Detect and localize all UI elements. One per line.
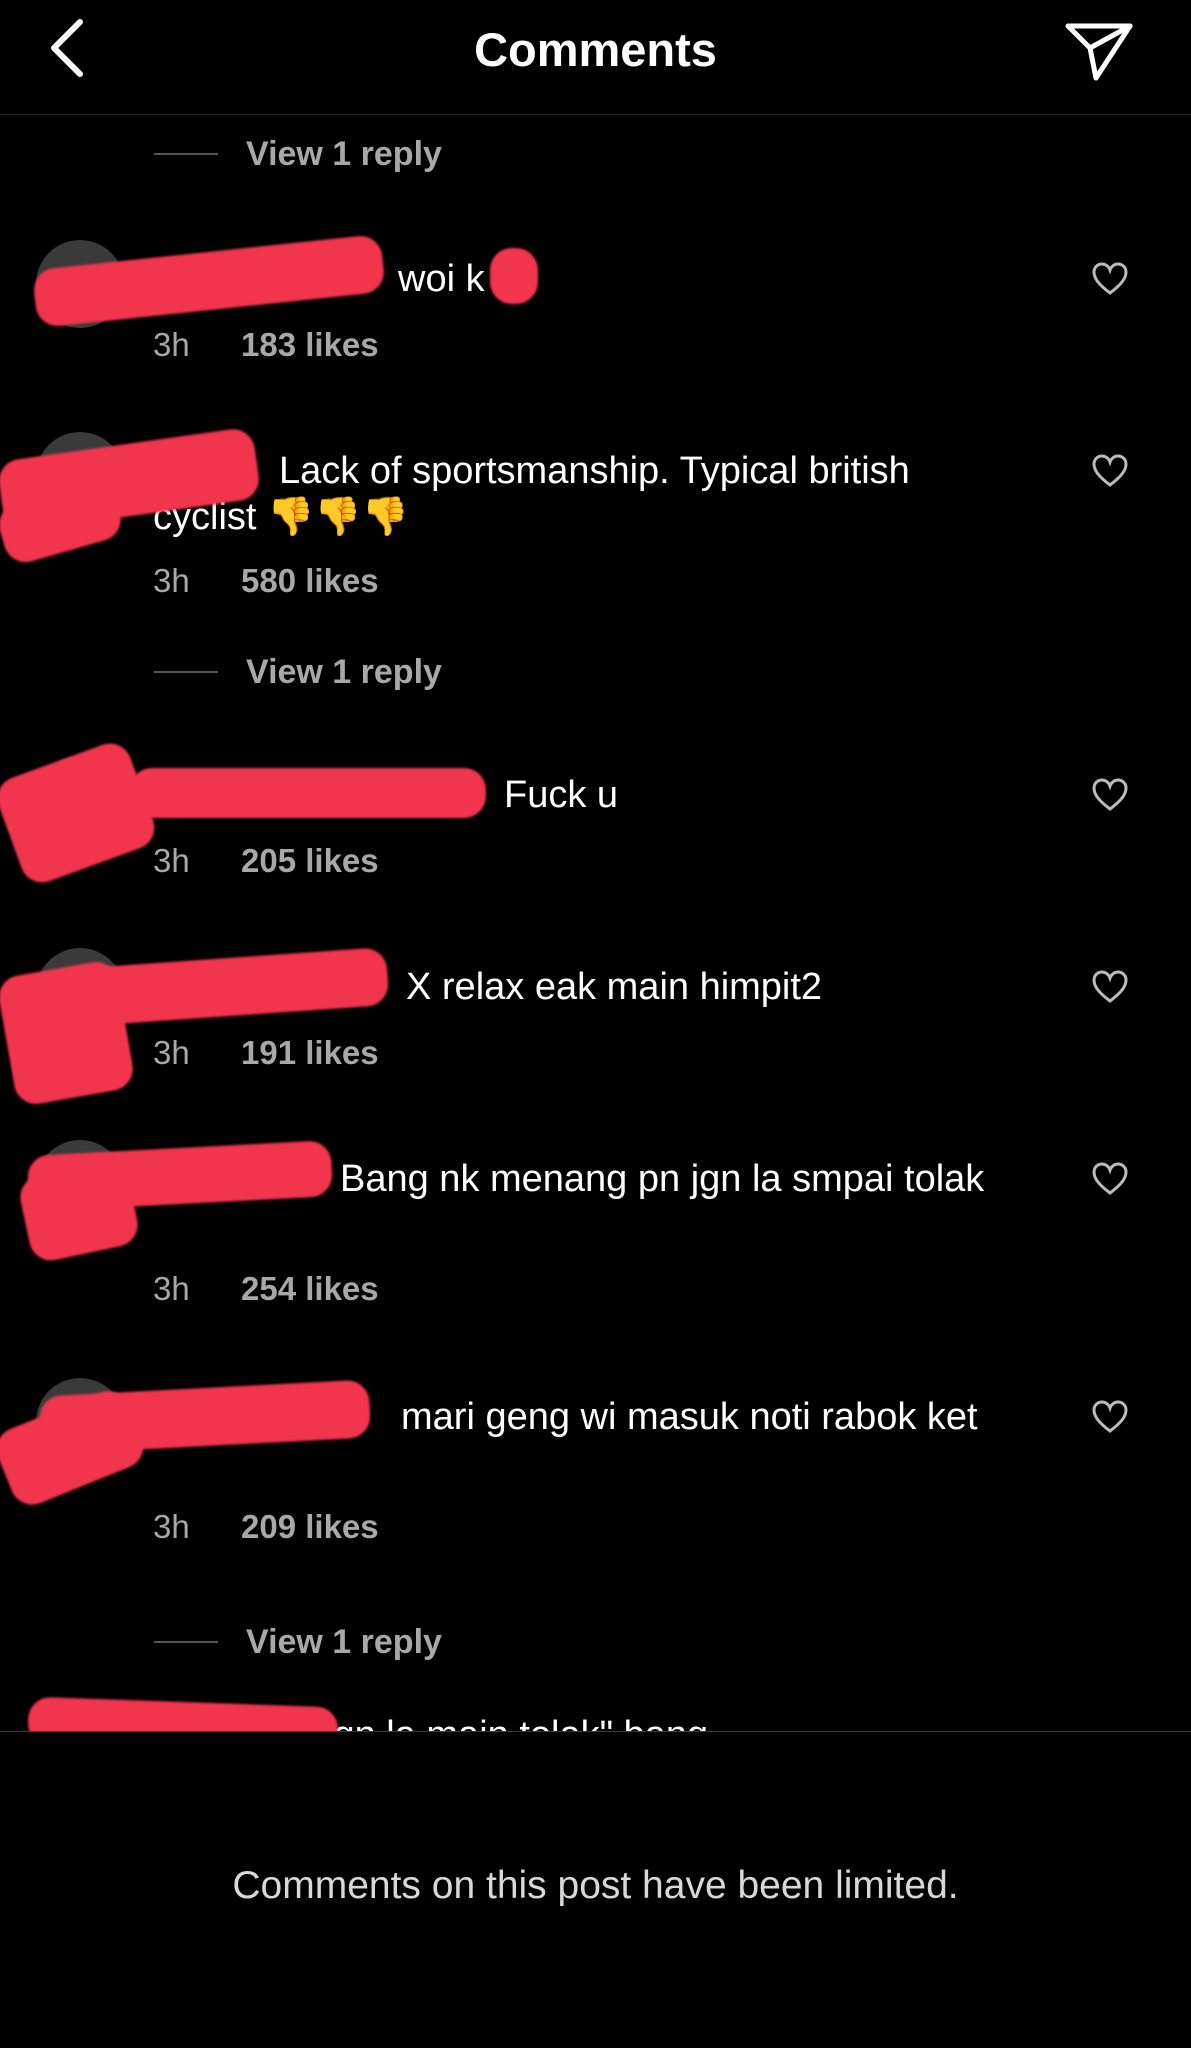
comment-meta: 3h 254 likes xyxy=(153,1270,379,1308)
redaction-mark xyxy=(27,1696,339,1731)
comment-likes[interactable]: 191 likes xyxy=(241,1034,379,1072)
comment-time: 3h xyxy=(153,1034,190,1071)
comment-time: 3h xyxy=(153,562,190,599)
paper-plane-icon[interactable] xyxy=(1064,18,1134,82)
heart-icon[interactable] xyxy=(1092,778,1128,812)
comment-text: X relax eak main himpit2 xyxy=(406,966,823,1008)
comments-list[interactable]: View 1 reply woi k ak 3h 183 likes Lack … xyxy=(0,116,1191,1731)
page-title: Comments xyxy=(474,23,717,76)
redaction-mark xyxy=(0,958,137,1108)
redaction-mark xyxy=(130,768,486,818)
comment-text: i jgn la main tolak" bang xyxy=(306,1712,1166,1731)
view-replies-button[interactable]: View 1 reply xyxy=(154,652,442,692)
redaction-mark xyxy=(0,737,161,889)
comment-likes[interactable]: 209 likes xyxy=(241,1508,379,1546)
comments-limited-notice: Comments on this post have been limited. xyxy=(232,1864,959,1907)
view-replies-label: View 1 reply xyxy=(246,652,442,691)
heart-icon[interactable] xyxy=(1092,1400,1128,1434)
comment-text: Fuck u xyxy=(504,774,619,816)
comment-time: 3h xyxy=(153,842,190,879)
heart-icon[interactable] xyxy=(1092,970,1128,1004)
comment-likes[interactable]: 205 likes xyxy=(241,842,379,880)
heart-icon[interactable] xyxy=(1092,262,1128,296)
comment-time: 3h xyxy=(153,1270,190,1307)
comment-time: 3h xyxy=(153,1508,190,1545)
reply-divider xyxy=(154,1641,218,1643)
comment-likes[interactable]: 183 likes xyxy=(241,326,379,364)
comment-meta: 3h 580 likes xyxy=(153,562,379,600)
comment-likes[interactable]: 580 likes xyxy=(241,562,379,600)
comment-meta: 3h 205 likes xyxy=(153,842,379,880)
redaction-mark xyxy=(0,1384,150,1512)
comment-meta: 3h 183 likes xyxy=(153,326,379,364)
view-replies-button[interactable]: View 1 reply xyxy=(154,134,442,174)
view-replies-label: View 1 reply xyxy=(246,134,442,173)
reply-divider xyxy=(154,671,218,673)
redaction-mark xyxy=(490,248,538,304)
comment-text: Lack of sportsmanship. Typical british c… xyxy=(153,450,910,538)
comment-meta: 3h 191 likes xyxy=(153,1034,379,1072)
heart-icon[interactable] xyxy=(1092,1162,1128,1196)
comment-meta: 3h 209 likes xyxy=(153,1508,379,1546)
view-replies-button[interactable]: View 1 reply xyxy=(154,1622,442,1662)
reply-divider xyxy=(154,153,218,155)
footer-divider xyxy=(0,1731,1191,1732)
comment-likes[interactable]: 254 likes xyxy=(241,1270,379,1308)
view-replies-label: View 1 reply xyxy=(246,1622,442,1661)
heart-icon[interactable] xyxy=(1092,454,1128,488)
header-bar: Comments xyxy=(0,0,1191,115)
comment-time: 3h xyxy=(153,326,190,363)
